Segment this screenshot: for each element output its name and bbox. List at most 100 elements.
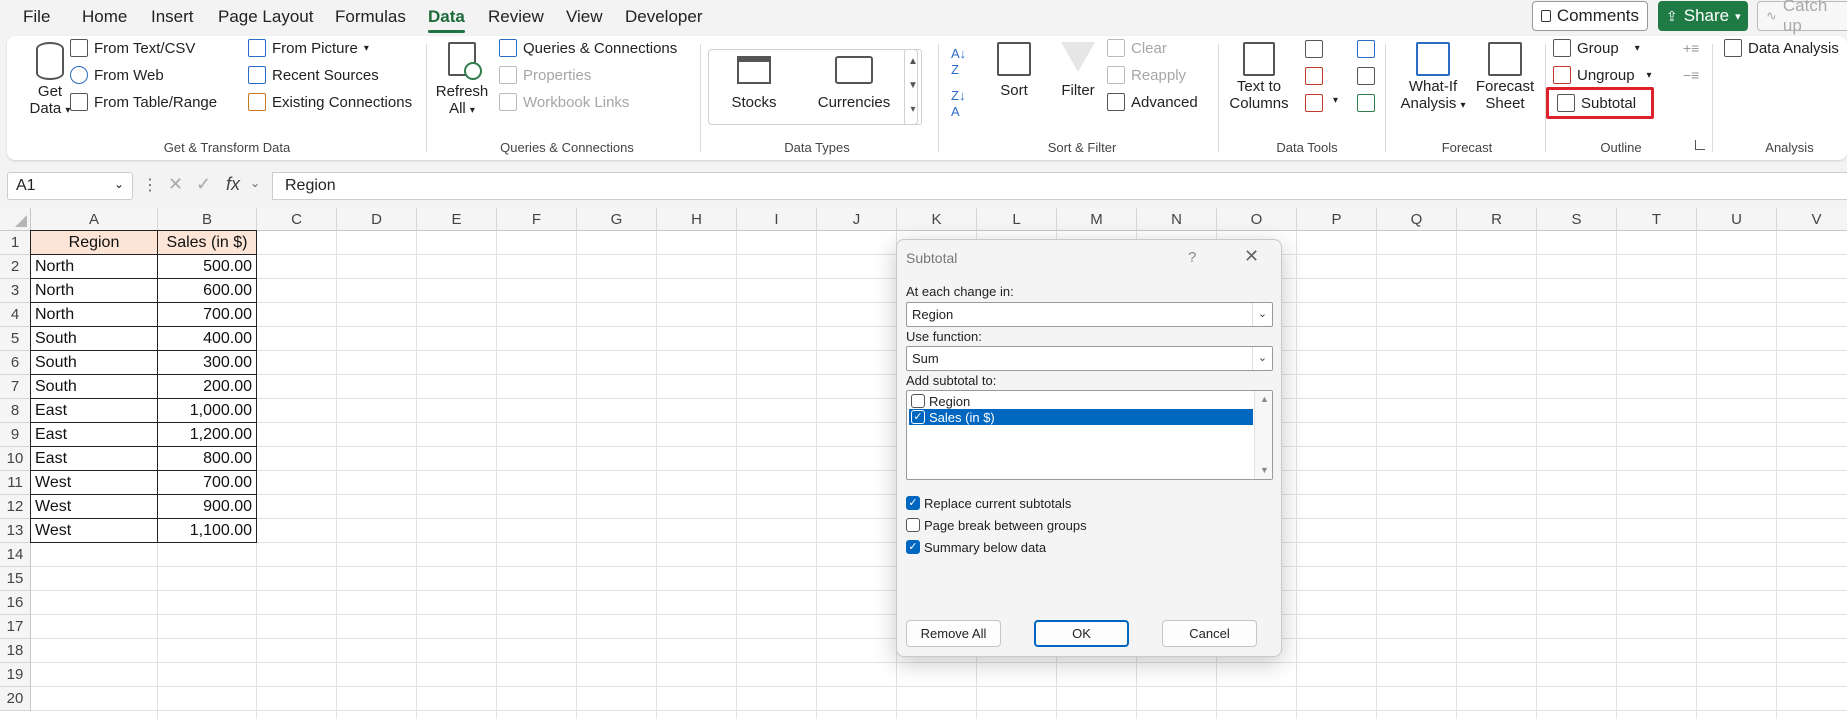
row-header-19[interactable]: 19 (0, 663, 31, 687)
hide-detail-icon[interactable]: −≡ (1683, 67, 1699, 83)
cell-b4[interactable]: 700.00 (157, 302, 257, 327)
cell-b1[interactable]: Sales (in $) (157, 230, 257, 255)
more-options-icon[interactable]: ⋮ (142, 175, 158, 195)
cell-a6[interactable]: South (30, 350, 158, 375)
row-header-3[interactable]: 3 (0, 279, 31, 303)
remove-all-button[interactable]: Remove All (906, 620, 1001, 647)
row-header-12[interactable]: 12 (0, 495, 31, 519)
column-header-l[interactable]: L (977, 208, 1057, 231)
refresh-all-button[interactable]: Refresh All ▾ (435, 42, 489, 132)
column-header-a[interactable]: A (31, 208, 158, 231)
text-to-columns-button[interactable]: Text to Columns (1229, 42, 1289, 112)
tab-view[interactable]: View (566, 7, 603, 27)
from-web-button[interactable]: From Web (70, 66, 164, 84)
column-header-s[interactable]: S (1537, 208, 1617, 231)
column-header-r[interactable]: R (1457, 208, 1537, 231)
row-header-13[interactable]: 13 (0, 519, 31, 543)
consolidate-icon[interactable] (1357, 40, 1375, 58)
clear-filter-button[interactable]: Clear (1107, 39, 1167, 57)
comments-button[interactable]: Comments (1532, 1, 1648, 31)
page-break-checkbox[interactable] (906, 518, 920, 532)
row-header-17[interactable]: 17 (0, 615, 31, 639)
cell-a12[interactable]: West (30, 494, 158, 519)
workbook-links-button[interactable]: Workbook Links (499, 93, 629, 111)
column-header-o[interactable]: O (1217, 208, 1297, 231)
chevron-down-icon[interactable]: ⌄ (250, 176, 260, 190)
use-function-select[interactable]: Sum ⌄ (906, 346, 1273, 371)
ungroup-button[interactable]: Ungroup ▾ (1553, 66, 1652, 84)
what-if-analysis-button[interactable]: What-If Analysis ▾ (1395, 42, 1471, 112)
list-item[interactable]: ✓ Sales (in $) (909, 409, 1253, 425)
row-header-9[interactable]: 9 (0, 423, 31, 447)
cell-b12[interactable]: 900.00 (157, 494, 257, 519)
cell-a4[interactable]: North (30, 302, 158, 327)
row-header-5[interactable]: 5 (0, 327, 31, 351)
replace-current-checkbox[interactable]: ✓ (906, 496, 920, 510)
row-header-6[interactable]: 6 (0, 351, 31, 375)
column-header-t[interactable]: T (1617, 208, 1697, 231)
list-item[interactable]: Region (909, 393, 1253, 409)
cell-a5[interactable]: South (30, 326, 158, 351)
cell-a2[interactable]: North (30, 254, 158, 279)
stocks-button[interactable]: Stocks (719, 56, 789, 111)
catch-up-button[interactable]: ∿ Catch up (1757, 0, 1847, 35)
column-header-i[interactable]: I (737, 208, 817, 231)
cell-b8[interactable]: 1,000.00 (157, 398, 257, 423)
cell-a10[interactable]: East (30, 446, 158, 471)
column-header-j[interactable]: J (817, 208, 897, 231)
advanced-filter-button[interactable]: Advanced (1107, 93, 1198, 111)
tab-formulas[interactable]: Formulas (335, 7, 406, 27)
row-header-1[interactable]: 1 (0, 231, 31, 255)
checkbox-sales[interactable]: ✓ (911, 410, 925, 424)
select-all-corner[interactable] (0, 208, 31, 231)
row-header-7[interactable]: 7 (0, 375, 31, 399)
reapply-button[interactable]: Reapply (1107, 66, 1186, 84)
at-each-change-select[interactable]: Region ⌄ (906, 302, 1273, 327)
cell-a8[interactable]: East (30, 398, 158, 423)
sort-za-button[interactable]: Z↓ A (951, 88, 965, 120)
cell-b9[interactable]: 1,200.00 (157, 422, 257, 447)
tab-insert[interactable]: Insert (151, 7, 194, 27)
flash-fill-icon[interactable] (1305, 40, 1323, 58)
close-icon[interactable]: ✕ (1244, 246, 1259, 267)
confirm-icon[interactable]: ✓ (196, 174, 211, 195)
summary-below-checkbox[interactable]: ✓ (906, 540, 920, 554)
remove-duplicates-icon[interactable] (1305, 67, 1323, 85)
cell-b7[interactable]: 200.00 (157, 374, 257, 399)
column-header-m[interactable]: M (1057, 208, 1137, 231)
scroll-down-icon[interactable]: ▼ (1260, 465, 1269, 475)
formula-input[interactable]: Region (272, 172, 1847, 200)
cell-b6[interactable]: 300.00 (157, 350, 257, 375)
get-data-button[interactable]: Get Data ▾ (25, 42, 75, 132)
column-header-u[interactable]: U (1697, 208, 1777, 231)
ok-button[interactable]: OK (1034, 620, 1129, 647)
share-button[interactable]: ⇪ Share ▾ (1658, 1, 1748, 31)
cell-b2[interactable]: 500.00 (157, 254, 257, 279)
filter-button[interactable]: Filter (1055, 42, 1101, 99)
checkbox-region[interactable] (911, 394, 925, 408)
cell-a1[interactable]: Region (30, 230, 158, 255)
row-header-10[interactable]: 10 (0, 447, 31, 471)
row-header-16[interactable]: 16 (0, 591, 31, 615)
tab-data[interactable]: Data (428, 7, 465, 33)
row-header-8[interactable]: 8 (0, 399, 31, 423)
column-header-d[interactable]: D (337, 208, 417, 231)
column-header-g[interactable]: G (577, 208, 657, 231)
tab-home[interactable]: Home (82, 7, 127, 27)
column-header-h[interactable]: H (657, 208, 737, 231)
help-button[interactable]: ? (1188, 249, 1196, 266)
queries-connections-button[interactable]: Queries & Connections (499, 39, 677, 57)
column-header-e[interactable]: E (417, 208, 497, 231)
column-header-b[interactable]: B (158, 208, 257, 231)
chevron-down-icon[interactable]: ▾ (1333, 95, 1338, 106)
cell-a7[interactable]: South (30, 374, 158, 399)
cell-b5[interactable]: 400.00 (157, 326, 257, 351)
cell-a9[interactable]: East (30, 422, 158, 447)
gallery-scroll[interactable]: ▲ ▼ ▾ (904, 49, 922, 125)
column-header-n[interactable]: N (1137, 208, 1217, 231)
cell-b10[interactable]: 800.00 (157, 446, 257, 471)
row-header-15[interactable]: 15 (0, 567, 31, 591)
show-detail-icon[interactable]: +≡ (1683, 40, 1699, 56)
tab-review[interactable]: Review (488, 7, 544, 27)
column-header-c[interactable]: C (257, 208, 337, 231)
